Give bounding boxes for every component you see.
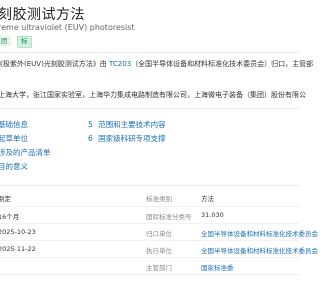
nav-number: 6 [88,134,93,143]
divider [0,185,300,186]
standard-description: 《极紫外(EUV)光刻胶测试方法》由 TC203（全国半导体设备和材料标准化技术… [0,59,313,69]
nav-link-purpose[interactable]: 目的意义 [0,161,28,172]
divider [0,108,300,109]
row-divider [0,274,300,275]
description-prefix: 《极紫外(EUV)光刻胶测试方法》由 [0,60,110,68]
table-label: 归口单位 [146,230,172,238]
row-divider [0,206,300,207]
nav-link-basic-info[interactable]: 基础信息 [0,119,28,130]
nav-link-products[interactable]: 涉及的产品清单 [0,147,51,158]
table-link[interactable]: 全国半导体设备和材料标准化技术委员会 [201,245,318,255]
page-title: 刻胶测试方法 [0,7,85,23]
nav-link-scope[interactable]: 5 范围和主要技术内容 [88,119,166,130]
table-label: 标准类别 [146,195,172,203]
table-cell: 31.030 [201,211,224,219]
status-badge: 团 [0,36,11,46]
table-link[interactable]: 全国半导体设备和材料标准化技术委员会 [201,228,318,238]
nav-link-drafting-units[interactable]: 起草单位 [0,133,28,144]
description-suffix: （全国半导体设备和材料标准化技术委员会）归口，主管部 [131,60,314,68]
page-subtitle: reme ultraviolet (EUV) photoresist [0,23,135,32]
table-label: 国际标准分类号 [146,213,192,221]
drafting-units: 上海大学，张江国家实验室，上海华力集成电路制造有限公司，上海微电子装备（集团）股… [0,91,306,99]
table-cell: 2025-10-23 [0,228,36,236]
nav-link-research-support[interactable]: 6 国家级科研专项支撑 [88,133,166,144]
row-divider [0,240,300,241]
divider [0,52,300,53]
nav-label: 范围和主要技术内容 [98,120,166,129]
table-cell: 16个月 [0,213,20,221]
table-cell: 2025-11-22 [0,245,36,253]
table-cell: 制定 [0,195,11,203]
nav-label: 国家级科研专项支撑 [98,134,166,143]
row-divider [0,223,300,224]
type-badge: 标 [17,36,32,48]
committee-code-link[interactable]: TC203 [109,60,131,68]
table-link[interactable]: 国家标准委 [201,262,234,272]
table-label: 执行单位 [146,247,172,255]
nav-number: 5 [88,120,93,129]
row-divider [0,257,300,258]
table-label: 主管部门 [146,264,172,272]
table-cell: 方法 [201,195,214,203]
